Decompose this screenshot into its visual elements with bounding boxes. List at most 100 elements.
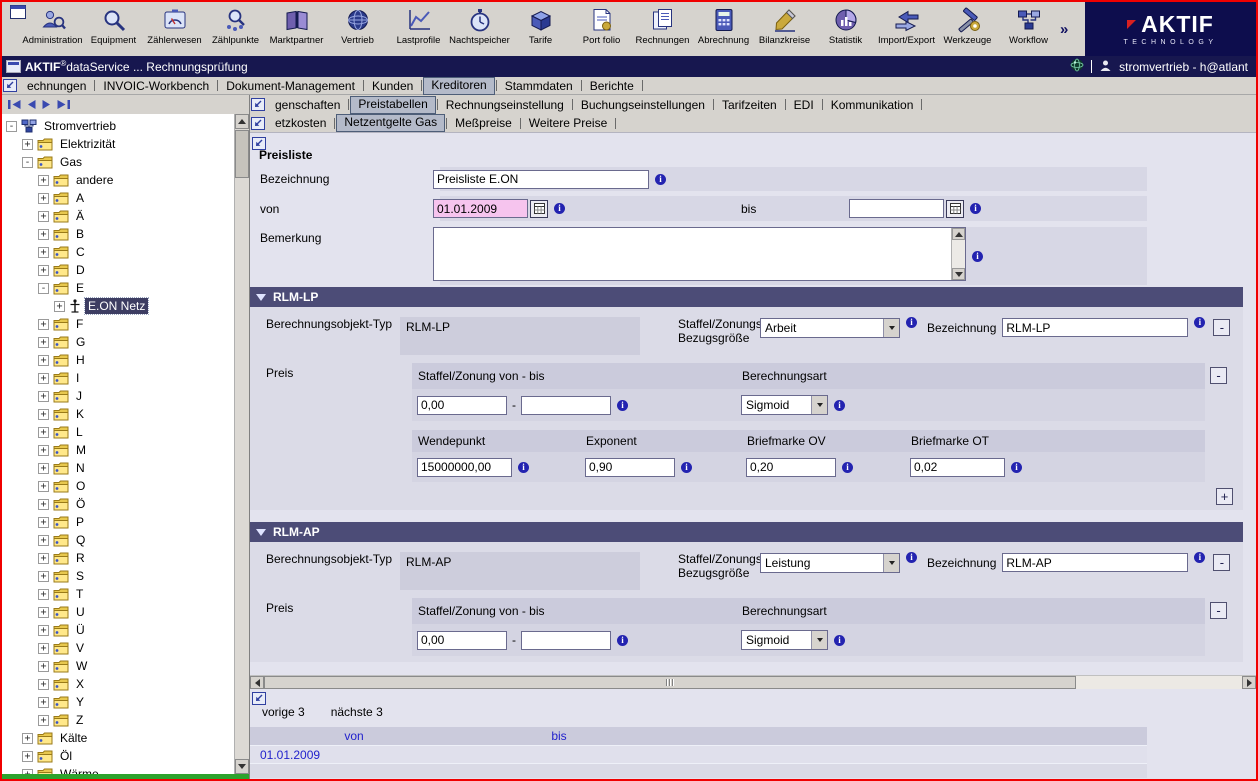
tab-etzkosten[interactable]: etzkosten: [268, 115, 333, 131]
tree-item-label[interactable]: A: [73, 190, 87, 206]
info-icon[interactable]: [834, 635, 845, 646]
system-window-icon[interactable]: [10, 5, 26, 19]
remove-row-button[interactable]: -: [1210, 602, 1227, 619]
toolbar-item-lastprofile[interactable]: Lastprofile: [388, 2, 449, 56]
scroll-down-icon[interactable]: [952, 268, 965, 280]
tree-item-label[interactable]: Öl: [57, 748, 75, 764]
remove-section-button[interactable]: -: [1213, 319, 1230, 336]
scroll-up-icon[interactable]: [235, 114, 249, 129]
tree-item-label[interactable]: L: [73, 424, 86, 440]
calendar-icon[interactable]: [530, 200, 548, 218]
tab-invoic-workbench[interactable]: INVOIC-Workbench: [96, 78, 216, 94]
toolbar-item-import-export[interactable]: Import/Export: [876, 2, 937, 56]
bis-date-input[interactable]: [849, 199, 944, 218]
toolbar-item-zählerwesen[interactable]: Zählerwesen: [144, 2, 205, 56]
tree-item-label[interactable]: D: [73, 262, 88, 278]
expand-box-icon[interactable]: +: [38, 481, 49, 492]
tree-item-label[interactable]: F: [73, 316, 86, 332]
tab-stammdaten[interactable]: Stammdaten: [498, 78, 580, 94]
expand-box-icon[interactable]: +: [38, 679, 49, 690]
expand-box-icon[interactable]: +: [38, 589, 49, 600]
info-icon[interactable]: [1194, 317, 1205, 328]
tab-scroll-icon[interactable]: [251, 98, 265, 111]
expand-box-icon[interactable]: +: [38, 661, 49, 672]
collapse-box-icon[interactable]: -: [22, 157, 33, 168]
tree-item-label[interactable]: Elektrizität: [57, 136, 118, 152]
expand-box-icon[interactable]: +: [38, 625, 49, 636]
tree-item-label[interactable]: T: [73, 586, 86, 602]
tree-item-label[interactable]: C: [73, 244, 88, 260]
info-icon[interactable]: [970, 203, 981, 214]
toolbar-item-zählpunkte[interactable]: Zählpunkte: [205, 2, 266, 56]
expand-box-icon[interactable]: +: [38, 463, 49, 474]
expand-box-icon[interactable]: +: [38, 643, 49, 654]
section-header-rlm-ap[interactable]: RLM-AP: [250, 522, 1243, 542]
toolbar-overflow-button[interactable]: »: [1060, 21, 1068, 38]
expand-box-icon[interactable]: +: [38, 427, 49, 438]
staffel-von-input[interactable]: [417, 631, 507, 650]
chevron-down-icon[interactable]: [811, 396, 827, 414]
expand-box-icon[interactable]: +: [38, 247, 49, 258]
tab-netzentgelte-gas[interactable]: Netzentgelte Gas: [336, 114, 445, 132]
expand-box-icon[interactable]: +: [38, 571, 49, 582]
tab-dokument-management[interactable]: Dokument-Management: [219, 78, 362, 94]
collapse-box-icon[interactable]: -: [6, 121, 17, 132]
tree-item-label[interactable]: Ö: [73, 496, 88, 512]
tab-rechnungseinstellung[interactable]: Rechnungseinstellung: [439, 97, 571, 113]
info-icon[interactable]: [834, 400, 845, 411]
tree-item-label[interactable]: W: [73, 658, 90, 674]
toolbar-item-bilanzkreise[interactable]: Bilanzkreise: [754, 2, 815, 56]
tree-item-label[interactable]: U: [73, 604, 88, 620]
tree-item-label[interactable]: N: [73, 460, 88, 476]
bezeichnung-input[interactable]: [1002, 318, 1188, 337]
remove-row-button[interactable]: -: [1210, 367, 1227, 384]
expand-box-icon[interactable]: +: [38, 499, 49, 510]
staffel-bis-input[interactable]: [521, 396, 611, 415]
bezugsgroesse-dropdown[interactable]: Arbeit: [760, 318, 900, 338]
param-input-wendepunkt[interactable]: [417, 458, 512, 477]
expand-box-icon[interactable]: +: [38, 391, 49, 402]
tab-berichte[interactable]: Berichte: [583, 78, 641, 94]
toolbar-item-marktpartner[interactable]: Marktpartner: [266, 2, 327, 56]
toolbar-item-administration[interactable]: Administration: [22, 2, 83, 56]
tree-item-label[interactable]: J: [73, 388, 85, 404]
next-page-icon[interactable]: [41, 97, 52, 112]
tree-item-label[interactable]: E.ON Netz: [85, 298, 148, 314]
tab-weitere-preise[interactable]: Weitere Preise: [522, 115, 614, 131]
tree-item-label[interactable]: Ü: [73, 622, 88, 638]
tree-scrollbar[interactable]: [234, 114, 249, 774]
expand-box-icon[interactable]: +: [38, 337, 49, 348]
tree-item-label[interactable]: E: [73, 280, 87, 296]
expand-box-icon[interactable]: +: [54, 301, 65, 312]
history-von-link[interactable]: 01.01.2009: [250, 748, 458, 762]
param-input-briefmarke-ov[interactable]: [746, 458, 836, 477]
prev-page-icon[interactable]: [26, 97, 37, 112]
result-panel-icon[interactable]: [252, 692, 266, 705]
chevron-down-icon[interactable]: [883, 554, 899, 572]
tree-item-label[interactable]: Ä: [73, 208, 87, 224]
tree-item-label[interactable]: Q: [73, 532, 88, 548]
expand-box-icon[interactable]: +: [22, 733, 33, 744]
tree-item-label[interactable]: G: [73, 334, 88, 350]
tree-item-label[interactable]: K: [73, 406, 87, 422]
tree-item-label[interactable]: X: [73, 676, 87, 692]
last-page-icon[interactable]: [56, 97, 71, 112]
scroll-up-icon[interactable]: [952, 228, 965, 240]
tree-item-label[interactable]: B: [73, 226, 87, 242]
add-row-button[interactable]: +: [1216, 488, 1233, 505]
tab-buchungseinstellungen[interactable]: Buchungseinstellungen: [574, 97, 712, 113]
scrollbar-track[interactable]: [264, 676, 1242, 689]
info-icon[interactable]: [617, 400, 628, 411]
tab-tarifzeiten[interactable]: Tarifzeiten: [715, 97, 784, 113]
first-page-icon[interactable]: [7, 97, 22, 112]
info-icon[interactable]: [1011, 462, 1022, 473]
info-icon[interactable]: [906, 552, 917, 563]
tab-scroll-icon[interactable]: [251, 117, 265, 130]
tree-item-label[interactable]: andere: [73, 172, 116, 188]
tree-scrollbar-thumb[interactable]: [235, 130, 249, 178]
pager-prev-link[interactable]: vorige 3: [262, 705, 305, 719]
expand-box-icon[interactable]: +: [38, 607, 49, 618]
tab-kunden[interactable]: Kunden: [365, 78, 420, 94]
tree-item-label[interactable]: I: [73, 370, 82, 386]
tree-item-label[interactable]: S: [73, 568, 87, 584]
